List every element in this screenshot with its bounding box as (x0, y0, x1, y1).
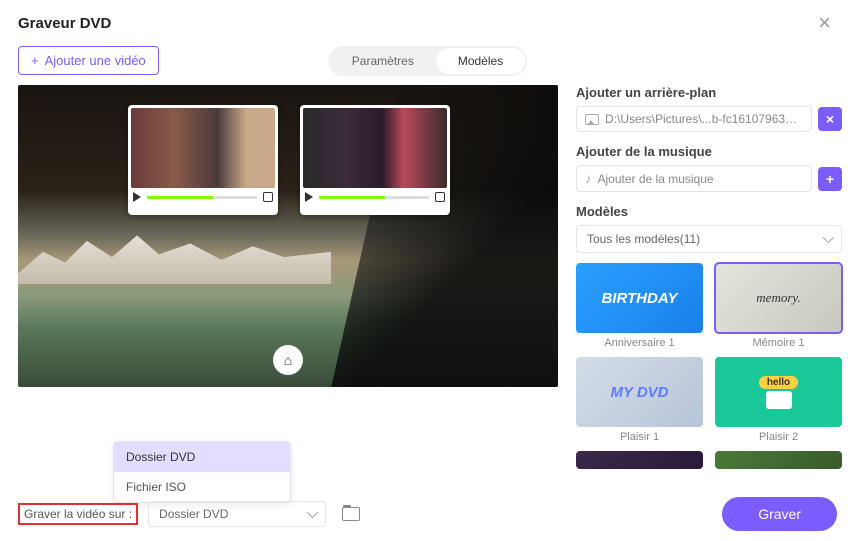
fullscreen-icon[interactable] (263, 192, 273, 202)
template-thumb: MY DVD (576, 357, 703, 427)
music-icon: ♪ (585, 171, 592, 186)
burn-label-highlight: Graver la vidéo sur : (18, 503, 138, 525)
play-icon[interactable] (133, 192, 141, 202)
template-label: Plaisir 1 (620, 431, 659, 443)
burn-button[interactable]: Graver (722, 497, 837, 531)
template-thumb (576, 451, 703, 469)
template-thumb (715, 451, 842, 469)
remove-background-button[interactable]: × (818, 107, 842, 131)
video-thumbnail-1[interactable] (128, 105, 278, 215)
face-icon (766, 391, 792, 409)
background-path-input[interactable]: D:\Users\Pictures\...b-fc1610796382.jpg (576, 106, 812, 132)
plus-icon: + (826, 171, 834, 187)
chevron-down-icon (823, 232, 834, 243)
tab-switcher: Paramètres Modèles (328, 46, 527, 76)
template-memory-1[interactable]: memory. Mémoire 1 (715, 263, 842, 349)
video-thumbnail-2[interactable] (300, 105, 450, 215)
add-video-button[interactable]: + Ajouter une vidéo (18, 46, 159, 75)
music-input[interactable]: ♪ Ajouter de la musique (576, 165, 812, 192)
browse-folder-button[interactable] (342, 507, 360, 521)
background-path-value: D:\Users\Pictures\...b-fc1610796382.jpg (605, 112, 803, 126)
template-birthday-1[interactable]: BIRTHDAY Anniversaire 1 (576, 263, 703, 349)
burn-option-dossier-dvd[interactable]: Dossier DVD (114, 442, 290, 472)
tab-templates[interactable]: Modèles (436, 48, 525, 74)
fullscreen-icon[interactable] (435, 192, 445, 202)
plus-icon: + (31, 53, 39, 68)
play-icon[interactable] (305, 192, 313, 202)
thumbnail-image (303, 108, 447, 188)
template-next-1[interactable] (576, 451, 703, 469)
close-icon[interactable]: × (812, 10, 837, 36)
template-label: Mémoire 1 (753, 337, 805, 349)
home-button[interactable]: ⌂ (273, 345, 303, 375)
chevron-down-icon (307, 507, 318, 518)
templates-filter-dropdown[interactable]: Tous les modèles(11) (576, 225, 842, 253)
music-placeholder: Ajouter de la musique (598, 172, 804, 186)
template-text: hello (759, 376, 798, 389)
video-preview: ⌂ (18, 85, 558, 387)
thumbnail-image (131, 108, 275, 188)
add-music-button[interactable]: + (818, 167, 842, 191)
home-icon: ⌂ (284, 352, 292, 368)
x-icon: × (826, 111, 834, 127)
templates-filter-value: Tous les modèles(11) (587, 232, 700, 246)
template-thumb: hello (715, 357, 842, 427)
image-icon (585, 114, 599, 125)
burn-target-value: Dossier DVD (159, 507, 228, 521)
progress-bar[interactable] (147, 196, 257, 199)
templates-section-label: Modèles (576, 204, 842, 219)
window-title: Graveur DVD (18, 15, 111, 32)
template-label: Anniversaire 1 (604, 337, 674, 349)
preview-background (18, 230, 331, 284)
burn-to-label: Graver la vidéo sur : (24, 507, 132, 521)
template-next-2[interactable] (715, 451, 842, 469)
template-label: Plaisir 2 (759, 431, 798, 443)
burn-target-popup: Dossier DVD Fichier ISO (113, 441, 291, 503)
tab-settings[interactable]: Paramètres (330, 48, 436, 74)
template-thumb: memory. (715, 263, 842, 333)
template-thumb: BIRTHDAY (576, 263, 703, 333)
burn-target-select[interactable]: Dossier DVD (148, 501, 326, 527)
background-section-label: Ajouter un arrière-plan (576, 85, 842, 100)
template-plaisir-1[interactable]: MY DVD Plaisir 1 (576, 357, 703, 443)
template-plaisir-2[interactable]: hello Plaisir 2 (715, 357, 842, 443)
music-section-label: Ajouter de la musique (576, 144, 842, 159)
progress-bar[interactable] (319, 196, 429, 199)
add-video-label: Ajouter une vidéo (45, 53, 146, 68)
